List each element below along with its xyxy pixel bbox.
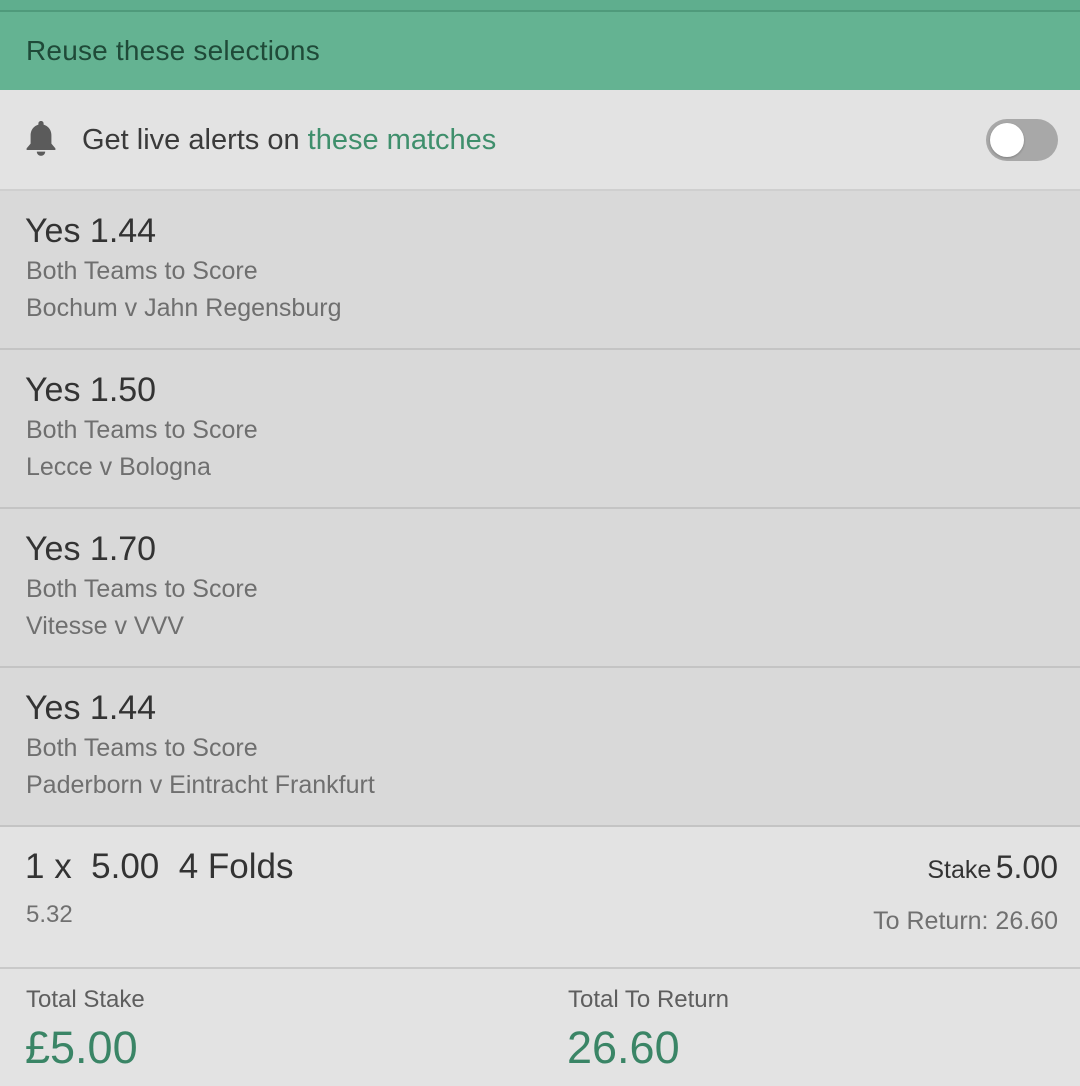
bet-stake: Stake 5.00 [927,847,1058,894]
selection-odds: 1.70 [89,530,157,568]
selection-odds: 1.44 [89,212,157,250]
these-matches-link[interactable]: these matches [308,124,497,156]
reuse-selections-button[interactable]: Reuse these selections [0,12,1080,90]
selection-odds: 1.50 [89,371,157,409]
selection-name: Yes [25,530,81,568]
selection-event: Bochum v Jahn Regensburg [26,294,342,322]
total-return-label: Total To Return [568,986,729,1013]
selection-market: Both Teams to Score [26,734,258,762]
selection-market: Both Teams to Score [26,416,258,444]
bet-description: 1 x 5.00 4 Folds [25,847,294,886]
selection-name: Yes [25,371,81,409]
live-alerts-row: Get live alerts on these matches [0,90,1080,191]
reuse-selections-label: Reuse these selections [26,35,320,66]
selection-market: Both Teams to Score [26,257,258,285]
bet-summary-row: 1 x 5.00 4 Folds 5.32 Stake 5.00 To Retu… [0,827,1080,969]
toggle-knob [990,123,1024,157]
top-divider [0,0,1080,12]
selection-item: Yes 1.44 Both Teams to Score Bochum v Ja… [0,191,1080,350]
bet-to-return: To Return: 26.60 [873,907,1058,935]
live-alerts-text: Get live alerts on these matches [82,122,496,158]
selection-title: Yes 1.50 [25,370,156,410]
bet-odds: 5.32 [26,901,73,928]
live-alerts-prefix: Get live alerts on [82,124,308,156]
selection-name: Yes [25,689,81,727]
selection-title: Yes 1.44 [25,211,156,251]
bet-stake-value: 5.00 [995,849,1058,885]
total-stake-label: Total Stake [26,986,145,1013]
bet-stake-label: Stake [927,856,992,884]
selection-event: Lecce v Bologna [26,453,211,481]
total-return-value: 26.60 [567,1022,680,1073]
bell-icon [26,121,56,156]
total-stake-value: £5.00 [25,1022,138,1073]
selection-name: Yes [25,212,81,250]
totals-footer: Total Stake £5.00 Total To Return 26.60 [0,969,1080,1086]
selection-item: Yes 1.44 Both Teams to Score Paderborn v… [0,668,1080,827]
selection-market: Both Teams to Score [26,575,258,603]
selection-event: Paderborn v Eintracht Frankfurt [26,771,375,799]
live-alerts-toggle[interactable] [986,119,1058,161]
selection-item: Yes 1.50 Both Teams to Score Lecce v Bol… [0,350,1080,509]
selection-event: Vitesse v VVV [26,612,184,640]
selection-item: Yes 1.70 Both Teams to Score Vitesse v V… [0,509,1080,668]
selection-title: Yes 1.44 [25,688,156,728]
selection-odds: 1.44 [89,689,157,727]
selection-title: Yes 1.70 [25,529,156,569]
